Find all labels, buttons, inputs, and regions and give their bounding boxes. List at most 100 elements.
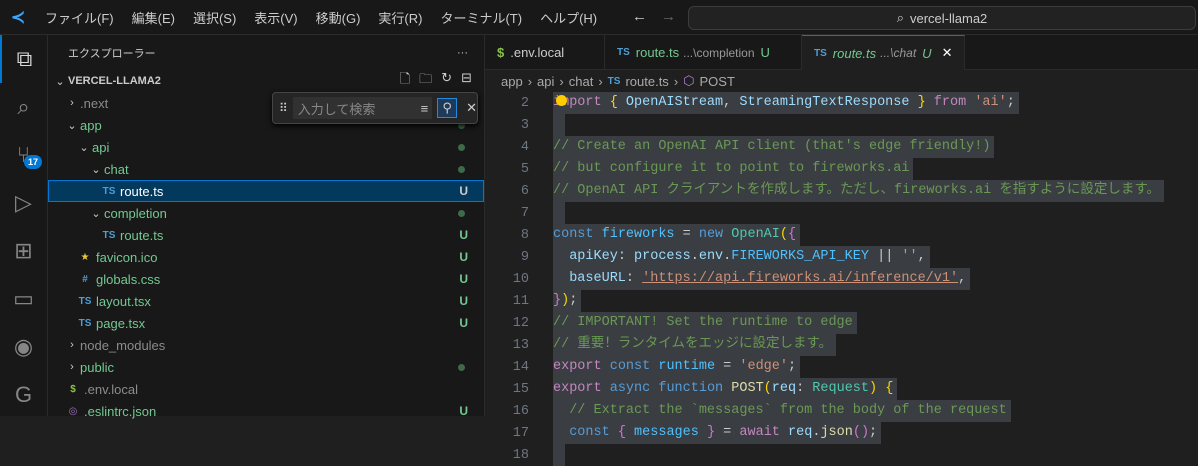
tree-item[interactable]: TS route.ts U xyxy=(48,180,484,202)
new-file-icon[interactable]: 🗋 xyxy=(400,70,410,92)
activity-source-control[interactable]: ⑂ 17 xyxy=(0,131,47,179)
tree-item[interactable]: ⌄ api xyxy=(48,136,484,158)
chevron-right-icon: › xyxy=(598,73,603,89)
activity-gitlens[interactable]: G xyxy=(0,371,47,419)
token: : xyxy=(625,271,643,286)
git-status: U xyxy=(459,272,468,286)
tree-item[interactable]: ⌄ completion xyxy=(48,202,484,224)
forward-arrow-icon[interactable]: → xyxy=(661,8,676,25)
code-text: apiKey: process.env.FIREWORKS_API_KEY ||… xyxy=(553,246,930,268)
code-text: baseURL: 'https://api.fireworks.ai/infer… xyxy=(553,268,971,290)
token: = xyxy=(715,425,740,440)
back-arrow-icon[interactable]: ← xyxy=(632,8,647,25)
tree-item[interactable]: ⌄ chat xyxy=(48,158,484,180)
token: , xyxy=(958,271,967,286)
lightbulb-icon[interactable] xyxy=(556,95,567,106)
chevron-right-icon: › xyxy=(527,73,533,89)
file-type-icon: TS xyxy=(78,317,92,329)
tree-item[interactable]: $ .env.local xyxy=(48,378,484,400)
find-input[interactable]: 入力して検索 ≡ xyxy=(292,97,433,119)
code-text: const { messages } = await req.json(); xyxy=(553,422,882,444)
token: messages xyxy=(634,425,699,440)
code-text xyxy=(553,444,566,466)
tab-label: .env.local xyxy=(510,45,565,60)
chevron-right-icon: › xyxy=(70,97,74,109)
close-icon[interactable]: ✕ xyxy=(466,100,477,116)
token: ) xyxy=(561,293,570,308)
token: { xyxy=(885,381,894,396)
menu-item[interactable]: ヘルプ(H) xyxy=(531,8,606,27)
close-tab-icon[interactable]: ✕ xyxy=(942,45,953,61)
token: ; xyxy=(1006,95,1015,110)
token: { xyxy=(617,425,626,440)
tree-item[interactable]: TS page.tsx U xyxy=(48,312,484,334)
activity-remote-explorer[interactable]: ▭ xyxy=(0,275,47,323)
tree-item[interactable]: TS route.ts U xyxy=(48,224,484,246)
git-status: U xyxy=(459,228,468,242)
menu-item[interactable]: 実行(R) xyxy=(369,8,431,27)
breadcrumb-item[interactable]: POST xyxy=(700,74,735,89)
activity-search[interactable]: ⌕ xyxy=(0,83,47,131)
tree-item[interactable]: › public xyxy=(48,356,484,378)
badge: 17 xyxy=(24,155,43,169)
code-line: 17 const { messages } = await req.json()… xyxy=(485,422,1198,444)
fuzzy-match-icon[interactable]: ⚲ xyxy=(437,98,458,118)
find-placeholder: 入力して検索 xyxy=(297,101,376,117)
activity-github[interactable]: ◉ xyxy=(0,323,47,371)
line-number: 17 xyxy=(512,425,529,441)
tree-item[interactable]: ★ favicon.ico U xyxy=(48,246,484,268)
tree-item[interactable]: ◎ .eslintrc.json U xyxy=(48,400,484,422)
breadcrumb-item[interactable]: app xyxy=(501,74,523,89)
tree-item[interactable]: # globals.css U xyxy=(48,268,484,290)
tab[interactable]: $ .env.local xyxy=(485,35,605,70)
new-folder-icon[interactable]: 🗀 xyxy=(419,70,432,92)
line-number: 6 xyxy=(520,183,529,199)
token: : xyxy=(796,381,813,396)
token: apiKey xyxy=(553,249,618,264)
refresh-icon[interactable]: ↻ xyxy=(441,70,452,92)
navigation: ← → xyxy=(632,8,676,25)
menu-item[interactable]: 編集(E) xyxy=(123,8,184,27)
line-number: 7 xyxy=(520,205,529,221)
typescript-icon: TS xyxy=(607,75,621,87)
menu-item[interactable]: ファイル(F) xyxy=(36,8,123,27)
code-editor[interactable]: 2 import { OpenAIStream, StreamingTextRes… xyxy=(485,92,1198,466)
filter-icon[interactable]: ≡ xyxy=(421,101,429,116)
tree-item[interactable]: TS layout.tsx U xyxy=(48,290,484,312)
git-status: U xyxy=(459,316,468,330)
project-header[interactable]: ⌄ VERCEL-LLAMA2 🗋 🗀 ↻ ⊟ xyxy=(48,70,484,92)
token: const xyxy=(553,227,594,242)
line-number: 14 xyxy=(512,359,529,375)
activity-files[interactable]: ⧉ xyxy=(0,35,47,83)
file-type-icon: $ xyxy=(70,383,76,395)
modified-dot xyxy=(458,143,465,151)
menu-item[interactable]: ターミナル(T) xyxy=(431,8,531,27)
search-icon: ⌕ xyxy=(17,94,30,119)
menu-item[interactable]: 表示(V) xyxy=(245,8,306,27)
breadcrumb-item[interactable]: api xyxy=(537,74,554,89)
breadcrumb-item[interactable]: route.ts xyxy=(625,74,668,89)
code-text: const fireworks = new OpenAI({ xyxy=(553,224,801,246)
tab[interactable]: TS route.ts ...\chat U ✕ xyxy=(802,35,966,70)
remote-explorer-icon: ▭ xyxy=(13,286,34,311)
token: await xyxy=(739,425,780,440)
drag-handle-icon[interactable]: ⠿ xyxy=(279,101,288,115)
tab[interactable]: TS route.ts ...\completion U xyxy=(605,35,802,70)
menu-item[interactable]: 移動(G) xyxy=(307,8,370,27)
file-type-icon: # xyxy=(82,273,88,285)
tab-path: ...\chat xyxy=(880,46,917,60)
token: . xyxy=(690,249,699,264)
activity-extensions[interactable]: ⊞ xyxy=(0,227,47,275)
tree-item-label: .eslintrc.json xyxy=(84,403,157,419)
menu-item[interactable]: 選択(S) xyxy=(184,8,245,27)
token: fireworks xyxy=(601,227,675,242)
github-icon: ◉ xyxy=(13,334,34,359)
activity-run-debug[interactable]: ▷ xyxy=(0,179,47,227)
more-actions-icon[interactable]: ··· xyxy=(457,47,468,59)
tree-item[interactable]: › node_modules xyxy=(48,334,484,356)
collapse-all-icon[interactable]: ⊟ xyxy=(461,70,472,92)
command-center-search[interactable]: ⌕ vercel-llama2 xyxy=(688,6,1196,30)
token: || xyxy=(869,249,902,264)
breadcrumb-item[interactable]: chat xyxy=(569,74,594,89)
